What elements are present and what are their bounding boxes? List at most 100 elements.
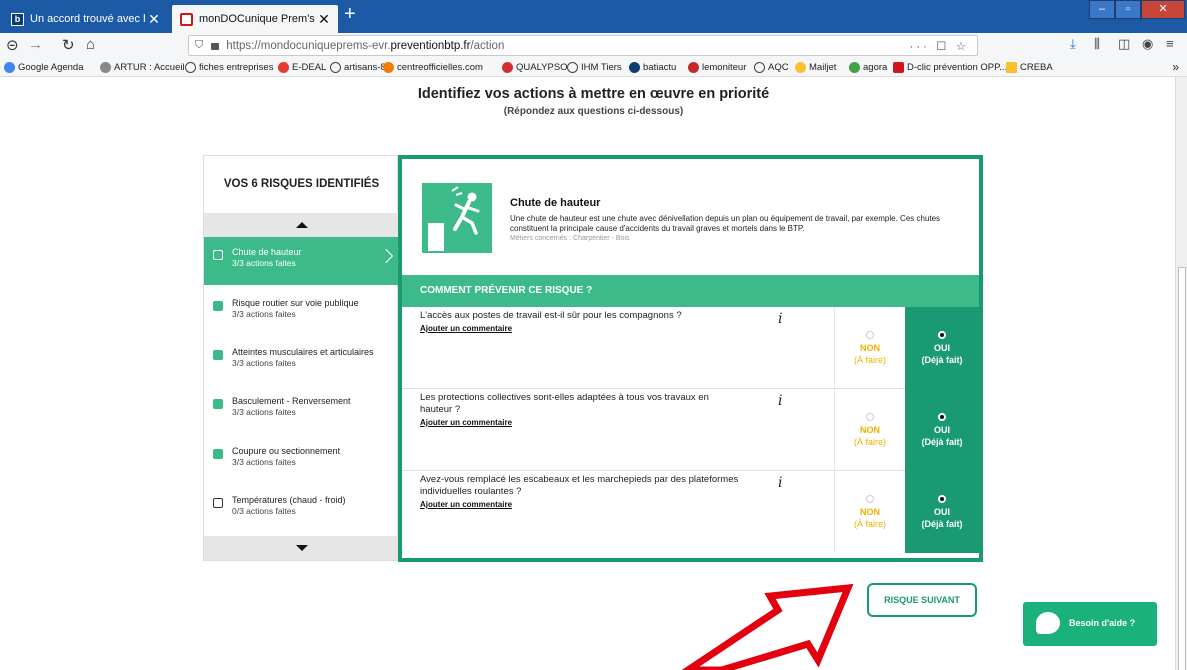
bookmarks-bar: Google Agenda ARTUR : Accueil fiches ent… bbox=[0, 59, 1187, 77]
b-favicon-icon: b bbox=[11, 12, 24, 26]
close-window-icon[interactable]: ✕ bbox=[1141, 0, 1185, 19]
risk-title: Chute de hauteur bbox=[510, 197, 601, 209]
qualypso-icon bbox=[502, 62, 513, 73]
red-arrow-annotation-icon bbox=[681, 583, 854, 670]
info-icon[interactable]: i bbox=[778, 393, 782, 409]
sidebar-item-label: Atteintes musculaires et articulaires bbox=[232, 347, 374, 357]
add-comment-link[interactable]: Ajouter un commentaire bbox=[420, 323, 740, 335]
browser-nav-bar: ⊝ → ↻ ⌂ ⛉ https://mondocuniqueprems-evr.… bbox=[0, 33, 1187, 59]
sidebar-item-chute-de-hauteur[interactable]: Chute de hauteur 3/3 actions faites bbox=[204, 237, 399, 285]
new-tab-icon[interactable]: + bbox=[344, 3, 356, 26]
url-host: preventionbtp.fr bbox=[390, 39, 471, 52]
menu-icon[interactable]: ≡ bbox=[1166, 36, 1174, 51]
next-risk-button[interactable]: RISQUE SUIVANT bbox=[867, 583, 977, 617]
add-comment-link[interactable]: Ajouter un commentaire bbox=[420, 499, 740, 511]
url-bar[interactable]: ⛉ https://mondocuniqueprems-evr. preventi… bbox=[188, 35, 978, 56]
answer-non-option[interactable]: NON (À faire) bbox=[834, 307, 905, 389]
bookmark-item[interactable]: Mailjet bbox=[795, 62, 836, 73]
download-icon[interactable]: ⤓ bbox=[1070, 36, 1076, 52]
sidebar-item-label: Coupure ou sectionnement bbox=[232, 446, 341, 456]
sidebar-icon[interactable]: ◫ bbox=[1118, 36, 1130, 52]
back-icon[interactable]: ⊝ bbox=[6, 36, 19, 54]
bookmark-item[interactable]: lemoniteur bbox=[688, 62, 746, 73]
bookmark-item[interactable]: ARTUR : Accueil bbox=[100, 62, 185, 73]
screenshot-root: b Un accord trouvé avec l'Etat po ✕ monD… bbox=[0, 0, 1187, 670]
bookmark-item[interactable]: IHM Tiers bbox=[567, 62, 622, 73]
bookmark-item[interactable]: artisans-87 bbox=[330, 62, 391, 73]
sidebar-item-basculement[interactable]: Basculement - Renversement 3/3 actions f… bbox=[204, 386, 399, 434]
answer-oui-option[interactable]: OUI (Déjà fait) bbox=[905, 307, 979, 389]
answer-oui-option[interactable]: OUI (Déjà fait) bbox=[905, 389, 979, 471]
globe-icon bbox=[754, 62, 765, 73]
close-tab-icon[interactable]: ✕ bbox=[146, 11, 162, 28]
scroll-down-button[interactable] bbox=[204, 536, 399, 560]
answer-oui-option[interactable]: OUI (Déjà fait) bbox=[905, 471, 979, 553]
bookmark-item[interactable]: AQC bbox=[754, 62, 789, 73]
shield-icon: ⛉ bbox=[195, 39, 204, 51]
tab-title: Un accord trouvé avec l'Etat po bbox=[30, 13, 146, 25]
url-path: /action bbox=[470, 39, 505, 52]
risk-description: Une chute de hauteur est une chute avec … bbox=[510, 214, 941, 233]
bookmark-item[interactable]: centreofficielles.com bbox=[383, 62, 483, 73]
library-icon[interactable]: ⫼ bbox=[1094, 36, 1100, 52]
answer-non-option[interactable]: NON (À faire) bbox=[834, 471, 905, 553]
page-scrollbar[interactable] bbox=[1175, 77, 1187, 670]
sidebar-item-count: 3/3 actions faites bbox=[232, 258, 296, 268]
radio-unchecked-icon[interactable] bbox=[866, 331, 874, 339]
scroll-up-button[interactable] bbox=[204, 213, 399, 237]
browser-tab-mondocunique[interactable]: monDOCunique Prem's ✕ bbox=[172, 5, 338, 33]
artur-icon bbox=[100, 62, 111, 73]
home-icon[interactable]: ⌂ bbox=[86, 36, 95, 53]
agora-icon bbox=[849, 62, 860, 73]
sidebar-item-count: 3/3 actions faites bbox=[232, 457, 296, 467]
bookmark-item[interactable]: D-clic prévention OPP... bbox=[893, 62, 1007, 73]
radio-checked-icon[interactable] bbox=[938, 413, 946, 421]
maximize-icon[interactable]: ▫ bbox=[1115, 0, 1141, 19]
radio-unchecked-icon[interactable] bbox=[866, 413, 874, 421]
sidebar-item-coupure[interactable]: Coupure ou sectionnement 3/3 actions fai… bbox=[204, 436, 399, 484]
doc-favicon-icon bbox=[180, 12, 193, 26]
sidebar-item-label: Risque routier sur voie publique bbox=[232, 298, 359, 308]
url-actions[interactable]: ··· ☐ ☆ bbox=[910, 39, 970, 53]
unchecked-square-icon bbox=[213, 498, 223, 508]
browser-tab-news[interactable]: b Un accord trouvé avec l'Etat po ✕ bbox=[3, 5, 168, 33]
close-tab-icon[interactable]: ✕ bbox=[316, 11, 332, 28]
minimize-icon[interactable]: – bbox=[1089, 0, 1115, 19]
sidebar-item-risque-routier[interactable]: Risque routier sur voie publique 3/3 act… bbox=[204, 288, 399, 336]
bookmark-item[interactable]: fiches entreprises bbox=[185, 62, 273, 73]
bookmark-item[interactable]: CREBA bbox=[1006, 62, 1053, 73]
page-subtitle: (Répondez aux questions ci-dessous) bbox=[503, 106, 684, 117]
sidebar-item-label: Températures (chaud - froid) bbox=[232, 495, 346, 505]
scrollbar-thumb[interactable] bbox=[1178, 267, 1186, 670]
sidebar-item-atteintes-musculaires[interactable]: Atteintes musculaires et articulaires 3/… bbox=[204, 337, 399, 385]
radio-unchecked-icon[interactable] bbox=[866, 495, 874, 503]
risks-sidebar: VOS 6 RISQUES IDENTIFIÉS Chute de hauteu… bbox=[203, 155, 399, 561]
sidebar-item-temperatures[interactable]: Températures (chaud - froid) 0/3 actions… bbox=[204, 485, 399, 533]
info-icon[interactable]: i bbox=[778, 311, 782, 327]
help-chat-button[interactable]: Besoin d'aide ? bbox=[1023, 602, 1157, 646]
answer-non-option[interactable]: NON (À faire) bbox=[834, 389, 905, 471]
chat-bubble-icon bbox=[1036, 612, 1060, 634]
lock-icon bbox=[211, 43, 220, 50]
bookmark-item[interactable]: batiactu bbox=[629, 62, 676, 73]
checked-square-icon bbox=[213, 399, 223, 409]
info-icon[interactable]: i bbox=[778, 475, 782, 491]
reload-icon[interactable]: ↻ bbox=[62, 36, 75, 54]
fall-from-height-icon bbox=[422, 183, 492, 253]
bookmarks-overflow-icon[interactable]: » bbox=[1172, 60, 1179, 74]
lemoniteur-icon bbox=[688, 62, 699, 73]
help-button-label: Besoin d'aide ? bbox=[1069, 618, 1136, 628]
globe-icon bbox=[185, 62, 196, 73]
checked-square-icon bbox=[213, 449, 223, 459]
radio-checked-icon[interactable] bbox=[938, 331, 946, 339]
add-comment-link[interactable]: Ajouter un commentaire bbox=[420, 417, 740, 429]
bookmark-item[interactable]: agora bbox=[849, 62, 887, 73]
bookmark-item[interactable]: E-DEAL bbox=[278, 62, 326, 73]
page-title: Identifiez vos actions à mettre en œuvre… bbox=[417, 86, 770, 102]
creba-icon bbox=[1006, 62, 1017, 73]
bookmark-item[interactable]: QUALYPSO bbox=[502, 62, 568, 73]
bookmark-item[interactable]: Google Agenda bbox=[4, 62, 84, 73]
radio-checked-icon[interactable] bbox=[938, 495, 946, 503]
account-icon[interactable]: ◉ bbox=[1142, 36, 1153, 52]
forward-icon[interactable]: → bbox=[28, 36, 43, 53]
